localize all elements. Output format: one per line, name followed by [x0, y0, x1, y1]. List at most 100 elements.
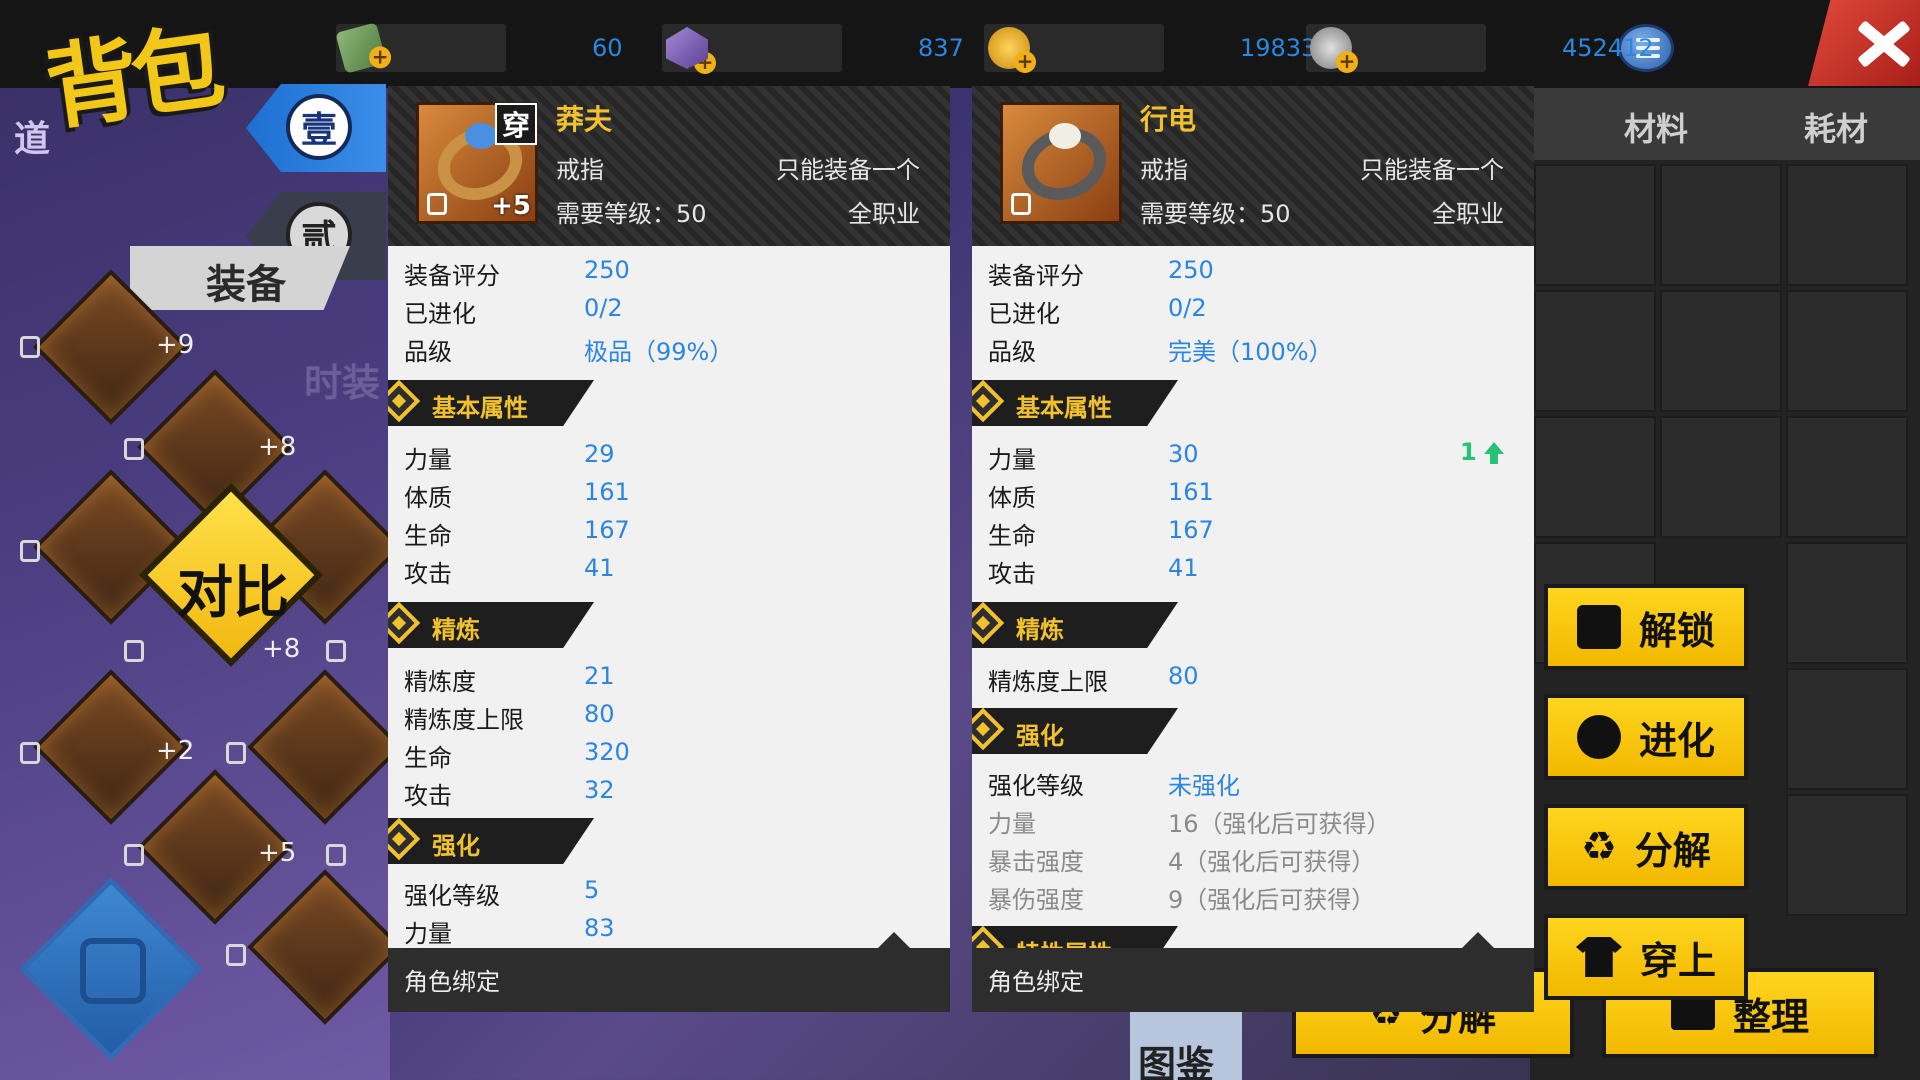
stat-value: 未强化 — [1168, 772, 1240, 800]
stat-label: 精炼度上限 — [404, 706, 524, 734]
stat-label: 强化等级 — [988, 772, 1084, 800]
stat-label: 强化等级 — [404, 882, 500, 910]
inventory-cell[interactable] — [1660, 290, 1782, 412]
section-enhance: 强化 — [972, 708, 1178, 754]
stat-label: 力量 — [988, 810, 1036, 838]
item-name: 莽夫 — [556, 103, 613, 136]
lock-icon — [226, 742, 246, 764]
wear-label: 穿上 — [1639, 938, 1716, 983]
scroll-up-icon[interactable] — [878, 932, 910, 948]
unlock-icon — [1576, 605, 1621, 649]
lock-icon — [20, 742, 40, 764]
close-button[interactable] — [1808, 0, 1920, 86]
stat-label: 暴伤强度 — [988, 886, 1084, 914]
codex-label: 图鉴 — [1138, 1043, 1215, 1080]
stat-label: 已进化 — [404, 300, 476, 328]
stat-value: 41 — [1168, 554, 1199, 582]
equip-tab[interactable]: 装备 — [130, 246, 350, 310]
inventory-cell[interactable] — [1786, 290, 1908, 412]
item-level-req: 需要等级：50 — [1140, 200, 1291, 228]
stat-label: 生命 — [404, 744, 452, 772]
lock-icon — [427, 193, 447, 215]
stat-value: 80 — [584, 700, 615, 728]
inventory-cell[interactable] — [1786, 794, 1908, 916]
unlock-label: 解锁 — [1638, 608, 1715, 653]
stat-value: 83 — [584, 914, 615, 942]
stat-label: 攻击 — [988, 560, 1036, 588]
section-title: 精炼 — [432, 616, 480, 644]
evolve-label: 进化 — [1638, 718, 1715, 763]
add-icon: + — [1336, 51, 1358, 73]
currency-silver[interactable]: + 452412 — [1306, 18, 1654, 78]
lock-icon — [326, 640, 346, 662]
star-icon — [972, 708, 1005, 751]
stat-value: 80 — [1168, 662, 1199, 690]
stat-label: 攻击 — [404, 782, 452, 810]
scroll-up-icon[interactable] — [1462, 932, 1494, 948]
inventory-cell[interactable] — [1534, 290, 1656, 412]
section-refine: 精炼 — [972, 602, 1178, 648]
item-tooltip-equipped: 穿 +5 莽夫 戒指 只能装备一个 需要等级：50 全职业 装备评分 250 已… — [388, 86, 950, 1012]
section-title: 精炼 — [1016, 616, 1064, 644]
shirt-icon — [1575, 937, 1622, 977]
lock-icon — [326, 844, 346, 866]
evolve-button[interactable]: 进化 — [1544, 694, 1748, 780]
stat-value: 完美（100%） — [1168, 338, 1333, 366]
stat-label: 精炼度 — [404, 668, 476, 696]
compare-label: 对比 — [177, 560, 289, 626]
stat-value: 16（强化后可获得） — [1168, 810, 1391, 838]
fashion-tab-label[interactable]: 时装 — [304, 352, 380, 407]
inventory-cell[interactable] — [1534, 416, 1656, 538]
section-title: 基本属性 — [1016, 394, 1112, 422]
tab-one-label: 壹 — [286, 94, 352, 160]
inventory-cell[interactable] — [1660, 164, 1782, 286]
lock-icon — [124, 844, 144, 866]
inventory-cell[interactable] — [1786, 668, 1908, 790]
inventory-cell[interactable] — [1534, 164, 1656, 286]
gold-coin-icon: + — [988, 27, 1036, 73]
section-basic: 基本属性 — [388, 380, 594, 426]
slot-level: +8 — [262, 634, 301, 664]
equipped-badge: 穿 — [495, 103, 537, 145]
stat-value: 29 — [584, 440, 615, 468]
stat-value: 极品（99%） — [584, 338, 734, 366]
stat-value: 250 — [1168, 256, 1214, 284]
stat-label: 装备评分 — [988, 262, 1084, 290]
unlock-button[interactable]: 解锁 — [1544, 584, 1748, 670]
stat-value: 41 — [584, 554, 615, 582]
currency-cash[interactable]: + 60 — [335, 18, 623, 78]
tab-consumables[interactable]: 耗材 — [1804, 104, 1868, 150]
stat-value: 161 — [584, 478, 630, 506]
stat-value: 4（强化后可获得） — [1168, 848, 1376, 876]
section-enhance: 强化 — [388, 818, 594, 864]
section-title: 基本属性 — [432, 394, 528, 422]
tab-materials[interactable]: 材料 — [1624, 104, 1688, 150]
dao-label: 道 — [14, 119, 51, 160]
stat-label: 已进化 — [988, 300, 1060, 328]
item-icon: 穿 +5 — [416, 102, 538, 224]
stat-label: 攻击 — [404, 560, 452, 588]
stat-label: 生命 — [988, 522, 1036, 550]
stat-value: 21 — [584, 662, 615, 690]
bind-status: 角色绑定 — [404, 968, 500, 996]
section-basic: 基本属性 — [972, 380, 1178, 426]
stat-value: 167 — [1168, 516, 1214, 544]
stat-value: 167 — [584, 516, 630, 544]
item-limit: 只能装备一个 — [776, 156, 920, 184]
lock-icon — [20, 336, 40, 358]
currency-gold[interactable]: + 198331 — [984, 18, 1332, 78]
inventory-cell[interactable] — [1660, 416, 1782, 538]
inventory-cell[interactable] — [1786, 164, 1908, 286]
stat-label: 生命 — [404, 522, 452, 550]
inventory-cell[interactable] — [1786, 542, 1908, 664]
wear-button[interactable]: 穿上 — [1544, 914, 1748, 1000]
stat-value: 30 — [1168, 440, 1199, 468]
currency-value: 452412 — [1562, 34, 1654, 62]
inventory-cell[interactable] — [1786, 416, 1908, 538]
stat-label: 体质 — [404, 484, 452, 512]
lock-icon — [124, 438, 144, 460]
stat-label: 精炼度上限 — [988, 668, 1108, 696]
section-title: 强化 — [432, 832, 480, 860]
currency-gem[interactable]: + 837 — [662, 18, 964, 78]
decompose-button[interactable]: ♻ 分解 — [1544, 804, 1748, 890]
